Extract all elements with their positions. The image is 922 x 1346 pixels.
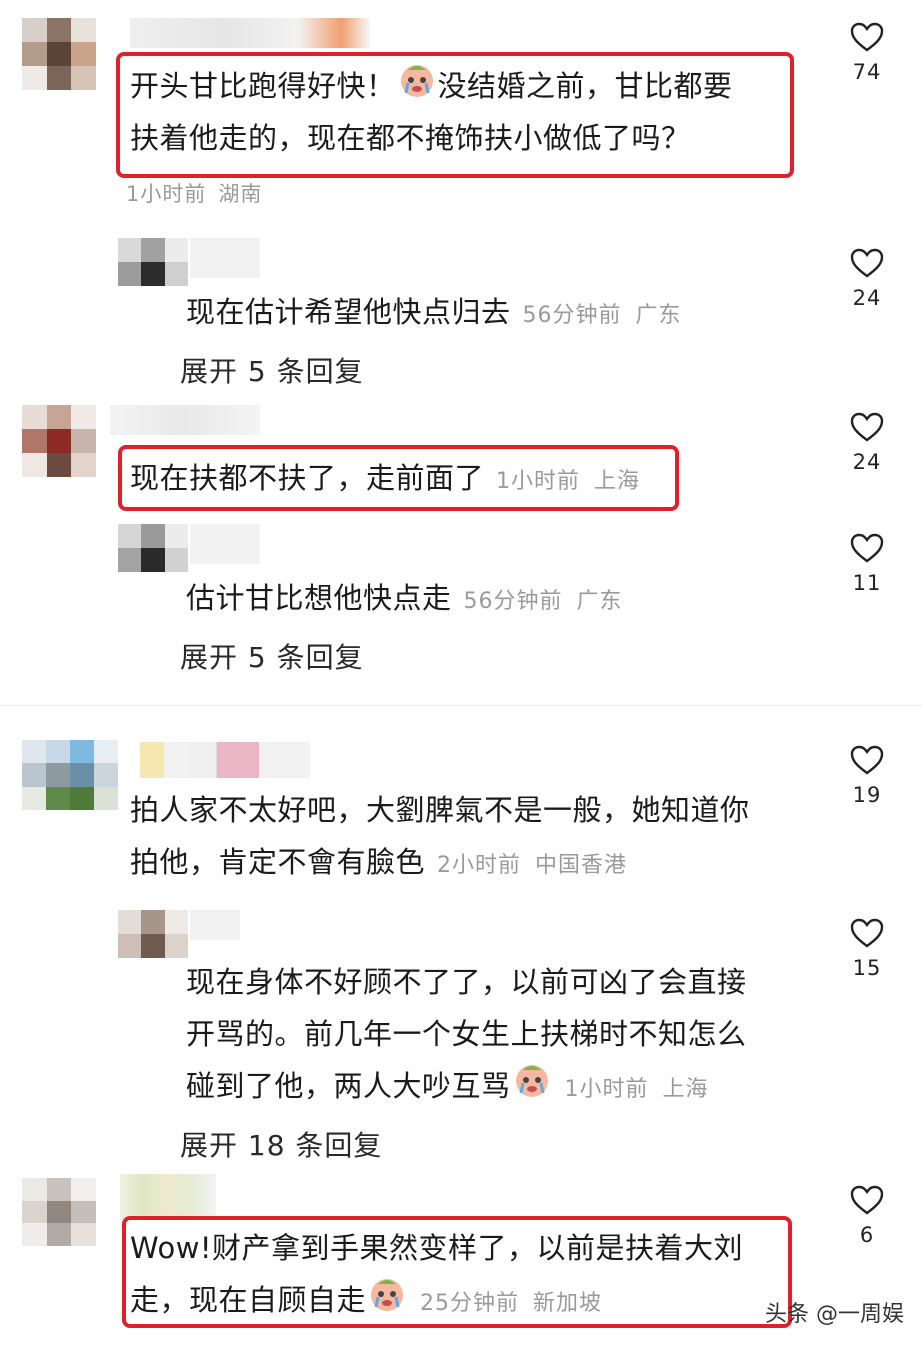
highlight-box [122, 1216, 792, 1328]
comment-text-line: 拍人家不太好吧，大劉脾氣不是一般，她知道你 [130, 793, 750, 827]
avatar[interactable] [22, 740, 118, 810]
like-button[interactable]: 24 [837, 412, 897, 474]
like-count: 11 [852, 571, 882, 595]
heart-icon [850, 412, 884, 442]
expand-replies-link[interactable]: 展开 18 条回复 [180, 1124, 382, 1164]
reply-text-line: 现在身体不好顾不了了，以前可凶了会直接 [186, 965, 747, 999]
username-blur[interactable] [110, 405, 260, 435]
like-button[interactable]: 74 [837, 22, 897, 84]
like-button[interactable]: 15 [837, 918, 897, 980]
heart-icon [850, 745, 884, 775]
avatar[interactable] [118, 524, 188, 572]
avatar[interactable] [22, 405, 96, 477]
like-button[interactable]: 11 [837, 533, 897, 595]
username-blur[interactable] [190, 238, 260, 278]
like-count: 24 [852, 450, 882, 474]
section-divider [0, 705, 922, 706]
username-blur[interactable] [120, 1174, 216, 1220]
avatar[interactable] [118, 910, 188, 958]
watermark: 头条 @一周娱 [765, 1302, 904, 1327]
avatar[interactable] [22, 18, 96, 90]
comment-meta: 1小时前 湖南 [126, 182, 263, 206]
like-count: 6 [859, 1223, 875, 1247]
expand-replies-link[interactable]: 展开 5 条回复 [180, 636, 364, 676]
reply-text: 估计甘比想他快点走 56分钟前 广东 [186, 581, 623, 615]
reply-text: 现在估计希望他快点归去 56分钟前 广东 [186, 295, 682, 329]
heart-icon [850, 918, 884, 948]
heart-icon [850, 22, 884, 52]
highlight-box [116, 52, 794, 178]
reply-text-line: 开骂的。前几年一个女生上扶梯时不知怎么 [186, 1017, 747, 1051]
heart-icon [850, 248, 884, 278]
like-count: 19 [852, 783, 882, 807]
avatar[interactable] [22, 1178, 96, 1246]
reply-text-line: 碰到了他，两人大吵互骂 1小时前 上海 [186, 1060, 709, 1116]
username-blur[interactable] [190, 910, 240, 940]
like-button[interactable]: 19 [837, 745, 897, 807]
like-button[interactable]: 24 [837, 248, 897, 310]
expand-replies-link[interactable]: 展开 5 条回复 [180, 350, 364, 390]
heart-icon [850, 533, 884, 563]
username-blur[interactable] [190, 524, 260, 564]
like-count: 24 [852, 286, 882, 310]
like-button[interactable]: 6 [837, 1185, 897, 1247]
crying-face-icon [513, 1061, 551, 1115]
like-count: 74 [852, 60, 882, 84]
avatar[interactable] [118, 238, 188, 286]
like-count: 15 [852, 956, 882, 980]
username-blur[interactable] [140, 742, 310, 778]
comment-text-line: 拍他，肯定不會有臉色 2小时前 中国香港 [130, 845, 628, 879]
heart-icon [850, 1185, 884, 1215]
username-blur[interactable] [130, 18, 370, 48]
highlight-box [118, 445, 679, 511]
